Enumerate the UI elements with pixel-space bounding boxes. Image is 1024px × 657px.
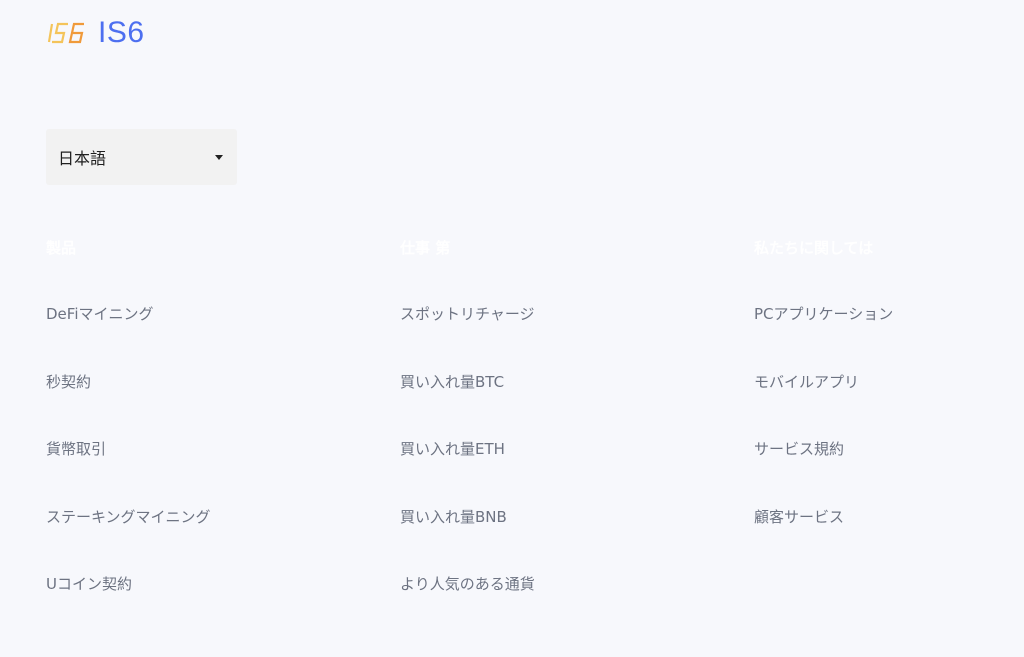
brand-name: IS6 [98, 16, 145, 49]
footer-link: PCアプリケーション [754, 304, 893, 372]
footer-link-list: PCアプリケーション モバイルアプリ サービス規約 顧客サービス [754, 304, 893, 574]
footer-link-mobile-app[interactable]: モバイルアプリ [754, 373, 859, 391]
footer-link-staking-mining[interactable]: ステーキングマイニング [46, 508, 211, 526]
footer-link-customer-service[interactable]: 顧客サービス [754, 508, 844, 526]
footer-link: サービス規約 [754, 439, 893, 507]
language-selected-value: 日本語 [58, 149, 107, 168]
caret-down-icon [215, 154, 223, 160]
footer-link-buy-btc[interactable]: 買い入れ量BTC [400, 373, 504, 391]
footer-column-heading: 仕事 第 [400, 239, 451, 257]
footer-link: 買い入れ量ETH [400, 439, 535, 507]
footer-link-defi-mining[interactable]: DeFiマイニング [46, 305, 153, 323]
footer-link-pc-app[interactable]: PCアプリケーション [754, 305, 893, 323]
footer-link: 貨幣取引 [46, 439, 211, 507]
footer-column-heading: 私たちに関しては [754, 239, 874, 257]
footer-column-business: 仕事 第 スポットリチャージ 買い入れ量BTC 買い入れ量ETH 買い入れ量BN… [400, 238, 535, 593]
footer-link-spot-recharge[interactable]: スポットリチャージ [400, 305, 535, 323]
footer-link-terms-of-service[interactable]: サービス規約 [754, 440, 844, 458]
footer-link: モバイルアプリ [754, 372, 893, 440]
footer-link-list: スポットリチャージ 買い入れ量BTC 買い入れ量ETH 買い入れ量BNB より人… [400, 304, 535, 642]
footer-link-u-coin-contract[interactable]: Uコイン契約 [46, 575, 132, 593]
footer-link-buy-bnb[interactable]: 買い入れ量BNB [400, 508, 507, 526]
brand-logo[interactable]: IS6 [46, 16, 145, 50]
footer-link: DeFiマイニング [46, 304, 211, 372]
footer-column-products: 製品 DeFiマイニング 秒契約 貨幣取引 ステーキングマイニング Uコイン契約 [46, 238, 211, 593]
footer-link: Uコイン契約 [46, 574, 211, 642]
is6-logo-icon [47, 22, 84, 44]
footer-link: 買い入れ量BNB [400, 507, 535, 575]
footer-link: 秒契約 [46, 372, 211, 440]
footer-link: 顧客サービス [754, 507, 893, 575]
footer-link: より人気のある通貨 [400, 574, 535, 642]
footer-link-currency-trading[interactable]: 貨幣取引 [46, 440, 106, 458]
footer-link-buy-eth[interactable]: 買い入れ量ETH [400, 440, 505, 458]
footer-link: ステーキングマイニング [46, 507, 211, 575]
footer-link: スポットリチャージ [400, 304, 535, 372]
footer-link-list: DeFiマイニング 秒契約 貨幣取引 ステーキングマイニング Uコイン契約 [46, 304, 211, 642]
footer-link: 買い入れ量BTC [400, 372, 535, 440]
language-select[interactable]: 日本語 [46, 129, 237, 185]
footer-link-second-contract[interactable]: 秒契約 [46, 373, 91, 391]
footer-link-popular-currencies[interactable]: より人気のある通貨 [400, 575, 535, 593]
footer-column-about: 私たちに関しては PCアプリケーション モバイルアプリ サービス規約 顧客サービ… [754, 238, 893, 526]
footer-column-heading: 製品 [46, 239, 77, 257]
